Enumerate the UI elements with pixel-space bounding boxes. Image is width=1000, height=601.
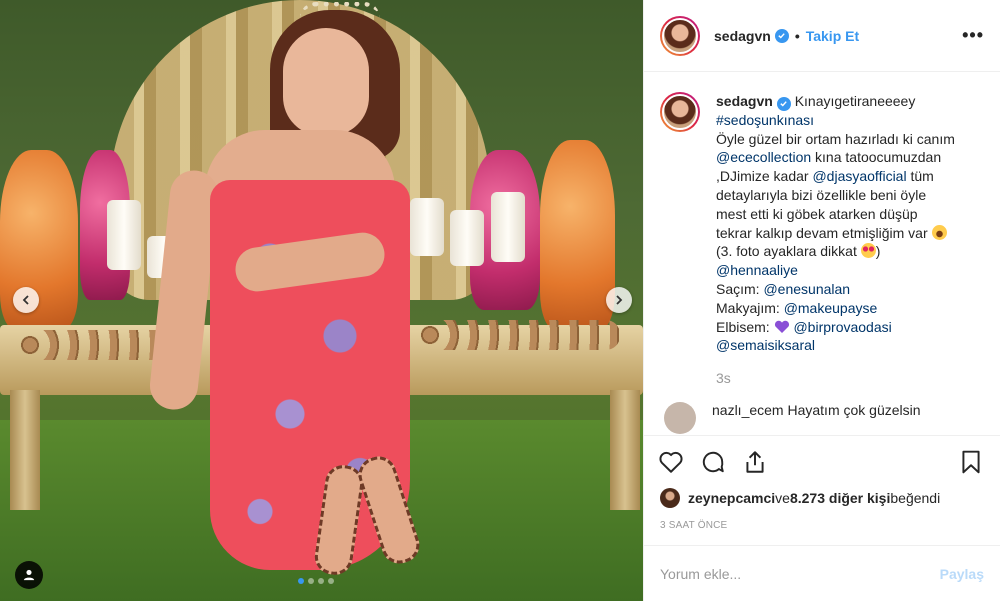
post-photo[interactable] <box>0 0 643 601</box>
post-side-panel: sedagvn • Takip Et ••• sedagvn Kınayıget… <box>643 0 1000 601</box>
ellipsis-icon: ••• <box>962 25 984 45</box>
walnuts <box>20 330 170 360</box>
post-timestamp[interactable]: 3 SAAT ÖNCE <box>660 520 984 545</box>
heart-icon[interactable] <box>658 449 684 475</box>
next-photo-button[interactable] <box>606 287 632 313</box>
follow-button[interactable]: Takip Et <box>806 28 859 44</box>
henna-feet <box>310 451 440 585</box>
liker-avatar <box>660 488 680 508</box>
post-actions: zeynepcamci ve 8.273 diğer kişi beğendi … <box>644 435 1000 545</box>
share-icon[interactable] <box>742 449 768 475</box>
foot <box>353 451 425 569</box>
comment-text: nazlı_ecem Hayatım çok güzelsin <box>712 401 921 418</box>
likes-count[interactable]: 8.273 diğer kişi <box>790 490 890 506</box>
hashtag-link[interactable]: #sedoşunkınası <box>716 112 814 128</box>
comments-area[interactable]: sedagvn Kınayıgetiraneeeey #sedoşunkınas… <box>644 72 1000 435</box>
post-caption: sedagvn Kınayıgetiraneeeey #sedoşunkınas… <box>660 92 984 388</box>
more-options-button[interactable]: ••• <box>962 25 984 46</box>
user-tag-icon <box>23 569 35 581</box>
mention-link[interactable]: @birprovaodasi <box>793 319 891 335</box>
comment-icon[interactable] <box>700 449 726 475</box>
bookmark-icon[interactable] <box>958 449 984 475</box>
caption-age: 3s <box>716 370 731 387</box>
verified-badge-icon <box>776 96 791 111</box>
commenter-avatar[interactable] <box>664 401 696 434</box>
mention-link[interactable]: @djasyaofficial <box>812 168 906 184</box>
liker-username[interactable]: zeynepcamci <box>688 490 775 506</box>
header-separator: • <box>794 27 800 44</box>
caption-line: (3. foto ayaklara dikkat <box>716 243 861 260</box>
laughing-emoji-icon <box>931 224 947 240</box>
candle <box>107 200 141 270</box>
caption-line: tekrar kalkıp devam etmişliğim var <box>716 224 932 241</box>
post-comment-button[interactable]: Paylaş <box>940 566 984 582</box>
instagram-post: sedagvn • Takip Et ••• sedagvn Kınayıget… <box>0 0 1000 601</box>
heart-eyes-emoji-icon <box>860 243 876 259</box>
mention-link[interactable]: @makeupayse <box>784 300 878 316</box>
caption-line: Kınayıgetiraneeeey <box>794 93 916 109</box>
caption-author-avatar[interactable] <box>660 92 700 132</box>
likes-connector: ve <box>775 490 790 506</box>
action-icons <box>658 436 984 488</box>
candle <box>491 192 525 262</box>
caption-line: detaylarıyla bizi özellikle beni öyle <box>716 186 927 203</box>
mention-link[interactable]: @ececollection <box>716 149 811 165</box>
walnuts <box>420 320 620 350</box>
chevron-right-icon <box>616 295 623 305</box>
candle <box>450 210 484 266</box>
caption-line: ) <box>875 243 881 260</box>
caption-line: kına tatoocumuzdan <box>811 149 942 166</box>
caption-username[interactable]: sedagvn <box>716 93 773 109</box>
caption-text: sedagvn Kınayıgetiraneeeey #sedoşunkınas… <box>716 92 955 388</box>
woman-face <box>283 28 369 136</box>
caption-line: mest etti ki göbek atarken düşüp <box>716 205 918 222</box>
mention-link[interactable]: @hennaaliye <box>716 262 798 278</box>
carousel-dot <box>308 578 314 584</box>
carousel-dot <box>328 578 334 584</box>
caption-line: ,DJimize kadar <box>716 168 813 185</box>
mention-link[interactable]: @enesunalan <box>763 281 850 297</box>
post-header: sedagvn • Takip Et ••• <box>644 0 1000 72</box>
author-username[interactable]: sedagvn <box>714 28 771 44</box>
orange-flower-tower <box>0 150 78 330</box>
comment-input[interactable] <box>660 565 940 582</box>
mention-link[interactable]: @semaisiksaral <box>716 337 815 353</box>
chevron-left-icon <box>22 295 29 305</box>
likes-summary[interactable]: zeynepcamci ve 8.273 diğer kişi beğendi <box>660 488 984 508</box>
comment-preview: nazlı_ecem Hayatım çok güzelsin <box>660 401 984 434</box>
foot <box>312 462 366 578</box>
previous-photo-button[interactable] <box>13 287 39 313</box>
author-avatar[interactable] <box>660 15 700 56</box>
caption-line: Makyajım: <box>716 299 784 316</box>
purple-heart-emoji-icon <box>774 320 789 333</box>
caption-line: Elbisem: <box>716 318 774 335</box>
pearl-tiara <box>300 2 380 18</box>
table-leg <box>610 390 640 510</box>
carousel-dot <box>318 578 324 584</box>
verified-badge-icon <box>774 28 789 43</box>
likes-suffix: beğendi <box>890 490 941 506</box>
caption-line: tüm <box>906 168 934 185</box>
caption-line: Saçım: <box>716 280 764 297</box>
tagged-users-button[interactable] <box>15 561 43 589</box>
carousel-indicator <box>298 578 334 584</box>
table-leg <box>10 390 40 510</box>
carousel-dot <box>298 578 304 584</box>
add-comment-bar: Paylaş <box>644 545 1000 601</box>
caption-line: Öyle güzel bir ortam hazırladı ki canım <box>716 130 955 147</box>
candle <box>410 198 444 256</box>
orange-flower-tower <box>540 140 615 330</box>
